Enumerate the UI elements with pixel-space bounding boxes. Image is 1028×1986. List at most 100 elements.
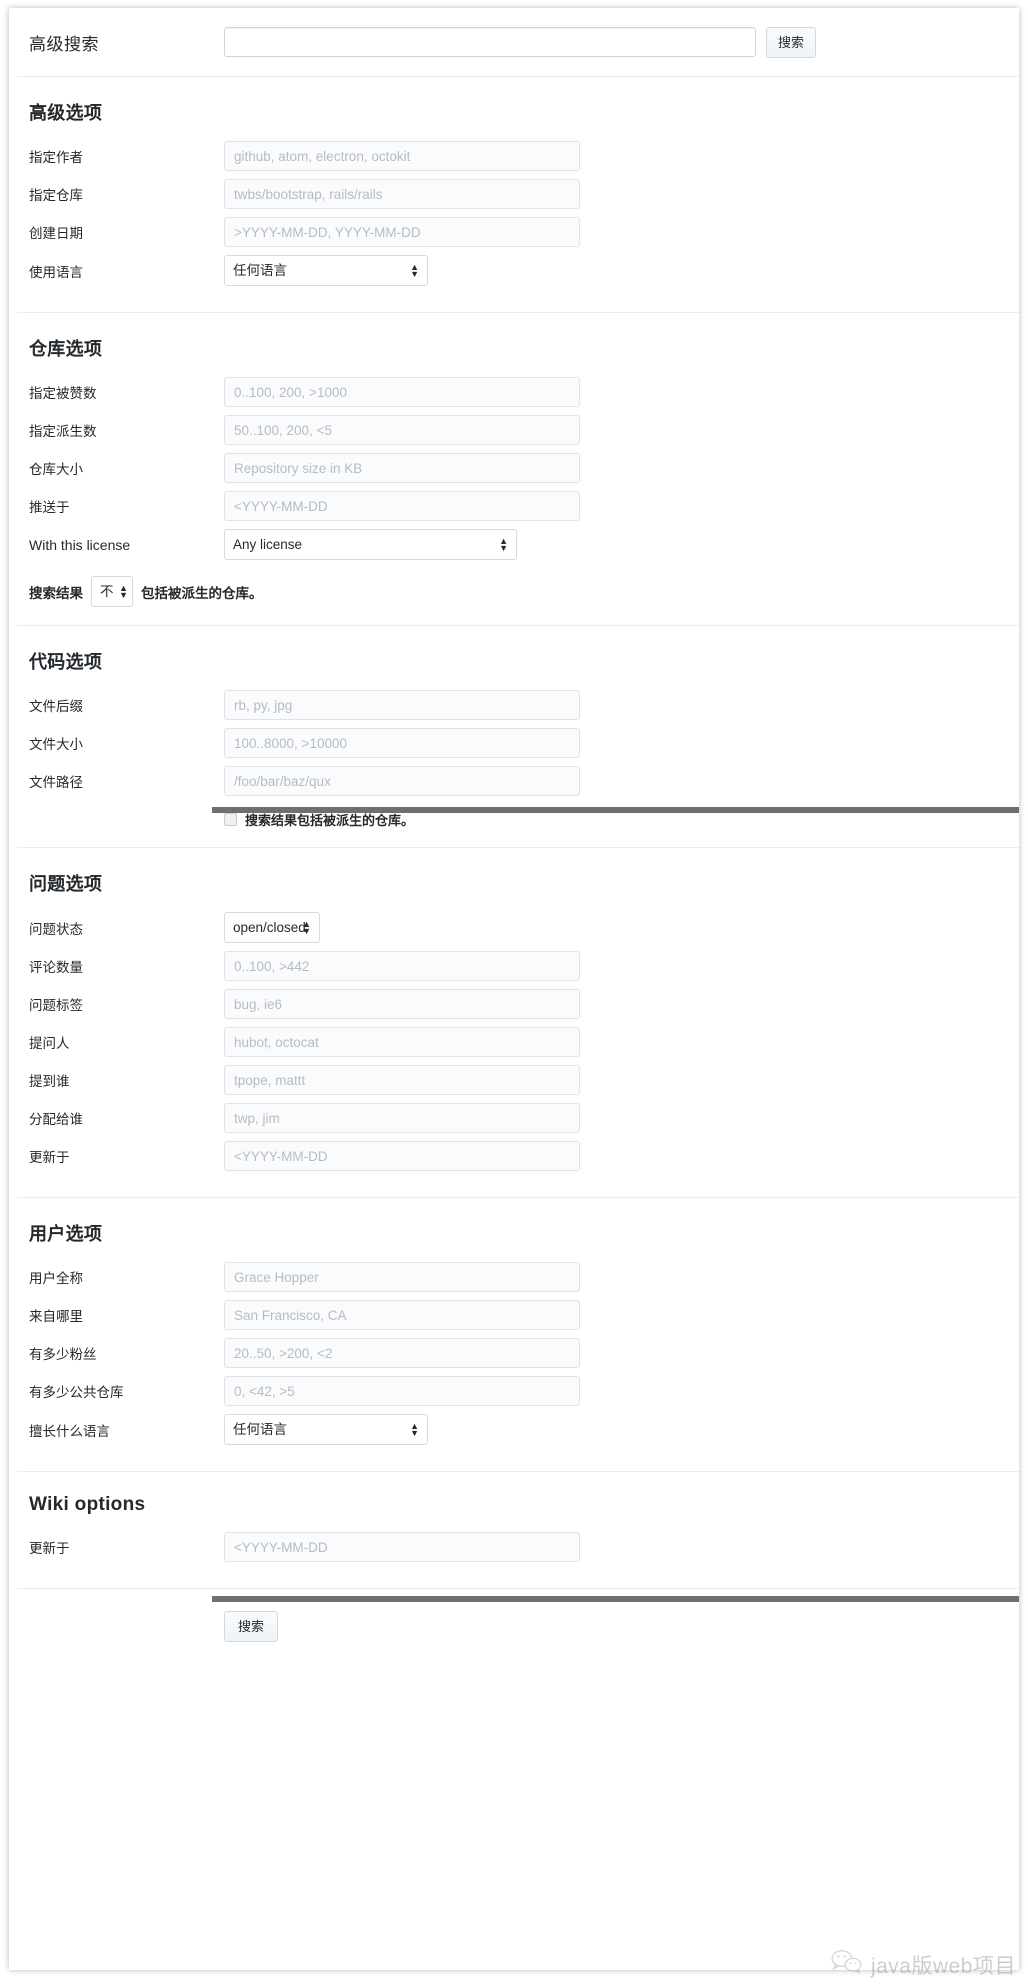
field-row: 文件后缀 [17,690,1019,720]
field-label: 使用语言 [29,264,83,280]
section-advanced-options: 高级选项指定作者指定仓库创建日期使用语言 任何语言▲▼ [17,77,1019,313]
input-field[interactable] [224,415,580,445]
fork-prefix-label: 搜索结果 [29,585,83,601]
input-field[interactable] [224,377,580,407]
field-label: 指定派生数 [29,424,97,439]
include-forks-checkbox[interactable] [224,813,237,826]
input-field[interactable] [224,1532,580,1562]
field-label: 更新于 [29,1150,70,1165]
input-field[interactable] [224,690,580,720]
input-field[interactable] [224,1262,580,1292]
submit-search-button[interactable]: 搜索 [224,1611,279,1642]
field-row: 推送于 [17,491,1019,521]
field-row: 提问人 [17,1027,1019,1057]
section-title: 用户选项 [29,1224,103,1244]
field-label: 分配给谁 [29,1112,83,1127]
field-row: 问题状态 open/closed ▲ ▼ [17,912,1019,943]
field-row: 文件大小 [17,728,1019,758]
field-label: 问题标签 [29,998,83,1013]
field-label: 推送于 [29,500,70,515]
section-title: Wiki options [29,1494,146,1515]
section-title: 仓库选项 [29,339,103,359]
select-wrapper: open/closed ▲ ▼ [224,912,320,943]
input-field[interactable] [224,491,580,521]
input-field[interactable] [224,1300,580,1330]
section-title: 问题选项 [29,874,103,894]
form-footer: 搜索 [17,1589,1019,1668]
page-title: 高级搜索 [29,34,99,54]
input-field[interactable] [224,217,580,247]
field-label: 擅长什么语言 [29,1423,110,1439]
page-frame: 高级搜索 搜索 高级选项指定作者指定仓库创建日期使用语言任何语言▲▼ 仓库选项指定… [9,8,1019,1970]
include-forks-checkbox-row[interactable]: 搜索结果包括被派生的仓库。 [224,810,1019,829]
field-row: 更新于 [17,1532,1019,1562]
field-label: With this license [29,536,131,553]
search-button[interactable]: 搜索 [766,26,817,58]
field-row: 仓库大小 [17,453,1019,483]
field-row: 指定被赞数 [17,377,1019,407]
field-row: 使用语言 任何语言 ▲ ▼ [17,255,1019,286]
field-row: 指定仓库 [17,179,1019,209]
select-wrapper: 不 ▲ ▼ [91,576,133,607]
select-field[interactable]: Any license [224,529,517,560]
section-title: 代码选项 [29,652,103,672]
select-field[interactable]: 任何语言 [224,1414,428,1445]
select-field[interactable]: open/closed [224,912,320,943]
field-row: 文件路径 [17,766,1019,796]
field-label: 文件路径 [29,775,83,790]
field-label: 指定被赞数 [29,386,97,401]
field-row: 擅长什么语言 任何语言 ▲ ▼ [17,1414,1019,1445]
field-label: 有多少粉丝 [29,1347,97,1362]
field-row: 指定派生数 [17,415,1019,445]
select-field[interactable]: 任何语言 [224,255,428,286]
input-field[interactable] [224,951,580,981]
field-label: 问题状态 [29,921,83,937]
input-field[interactable] [224,1103,580,1133]
field-label: 文件后缀 [29,699,83,714]
section-code-options: 代码选项文件后缀文件大小文件路径搜索结果包括被派生的仓库。 [17,626,1019,848]
field-label: 用户全称 [29,1271,83,1286]
input-field[interactable] [224,728,580,758]
select-wrapper: Any license ▲ ▼ [224,529,517,560]
field-row: 分配给谁 [17,1103,1019,1133]
fork-filter-row: 搜索结果不 ▲ ▼ 包括被派生的仓库。 [17,576,1019,607]
input-field[interactable] [224,453,580,483]
input-field[interactable] [224,141,580,171]
field-label: 仓库大小 [29,462,83,477]
field-label: 提到谁 [29,1074,70,1089]
section-title: 高级选项 [29,103,103,123]
field-label: 创建日期 [29,226,83,241]
fork-select[interactable]: 不 [91,576,133,607]
input-field[interactable] [224,179,580,209]
section-repository-options: 仓库选项指定被赞数指定派生数仓库大小推送于 With this license An… [17,313,1019,626]
input-field[interactable] [224,1065,580,1095]
field-row: 来自哪里 [17,1300,1019,1330]
input-field[interactable] [224,1338,580,1368]
field-row: 更新于 [17,1141,1019,1171]
field-row: 有多少粉丝 [17,1338,1019,1368]
input-field[interactable] [224,1027,580,1057]
field-row: With this license Any license ▲ ▼ [17,529,1019,560]
search-input[interactable] [224,27,756,57]
include-forks-label: 搜索结果包括被派生的仓库。 [245,813,415,828]
input-field[interactable] [224,989,580,1019]
field-row: 有多少公共仓库 [17,1376,1019,1406]
field-label: 评论数量 [29,960,83,975]
input-field[interactable] [224,766,580,796]
field-label: 来自哪里 [29,1309,83,1324]
fork-suffix-label: 包括被派生的仓库。 [141,585,263,601]
input-field[interactable] [224,1376,580,1406]
field-row: 指定作者 [17,141,1019,171]
section-wiki-options: Wiki options 更新于 [17,1472,1019,1589]
select-wrapper: 任何语言 ▲ ▼ [224,1414,428,1445]
field-row: 问题标签 [17,989,1019,1019]
field-row: 用户全称 [17,1262,1019,1292]
sections-root: 高级选项指定作者指定仓库创建日期使用语言任何语言▲▼ 仓库选项指定被赞数指定派生数… [17,77,1019,1589]
field-label: 更新于 [29,1541,70,1556]
field-label: 有多少公共仓库 [29,1385,124,1400]
page-inner: 高级搜索 搜索 高级选项指定作者指定仓库创建日期使用语言任何语言▲▼ 仓库选项指定… [17,8,1019,1970]
section-issue-options: 问题选项问题状态 open/closed▲▼ 评论数量问题标签提问人提到谁分配给谁更… [17,848,1019,1198]
field-label: 指定仓库 [29,188,83,203]
input-field[interactable] [224,1141,580,1171]
field-label: 文件大小 [29,737,83,752]
